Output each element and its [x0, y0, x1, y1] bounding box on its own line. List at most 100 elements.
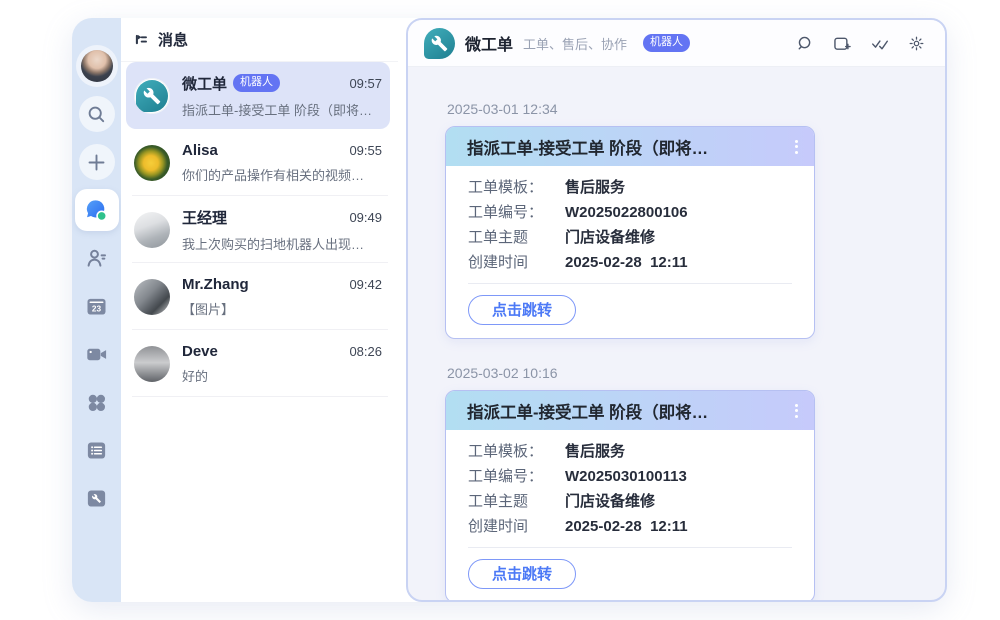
chat-item-toprow: 王经理 09:49: [182, 207, 382, 228]
message-stream: 2025-03-01 12:34 指派工单-接受工单 阶段（即将… 工单模板： …: [408, 67, 945, 600]
card-field-row: 创建时间 2025-02-28 12:11: [468, 254, 792, 272]
rail-item-messages-active[interactable]: [72, 186, 121, 234]
chat-time: 08:26: [349, 344, 382, 359]
card-fields: 工单模板： 售后服务 工单编号： W2025030100113 工单主题 门店设…: [468, 443, 792, 536]
chat-item-toprow: 微工单 机器人 09:57: [182, 73, 382, 94]
settings-gear-icon[interactable]: [908, 35, 925, 52]
chat-avatar: [134, 145, 170, 181]
contacts-icon: [85, 247, 108, 270]
rail-item-tasks[interactable]: [72, 426, 121, 474]
jump-button[interactable]: 点击跳转: [468, 295, 576, 325]
field-label: 工单模板：: [468, 443, 565, 461]
field-value: 售后服务: [565, 443, 625, 461]
chat-list-item[interactable]: Mr.Zhang 09:42 【图片】: [126, 263, 390, 330]
rail-item-workorder[interactable]: [72, 474, 121, 522]
message-list-panel: 消息 微工单 机器人 09:57 指派工单-接受工单 阶段（即将…: [121, 18, 398, 602]
wrench-logo-icon: [431, 35, 448, 52]
wrench-bot-logo: [136, 80, 168, 112]
search-button[interactable]: [79, 96, 115, 132]
chat-item-main: Alisa 09:55 你们的产品操作有相关的视频…: [182, 142, 382, 184]
rail-item-search[interactable]: [72, 90, 121, 138]
add-window-icon[interactable]: [833, 35, 852, 52]
rail-item-workbench[interactable]: [72, 378, 121, 426]
chat-bubble-icon: [83, 197, 110, 224]
chat-preview: 我上次购买的扫地机器人出现…: [182, 234, 382, 253]
chat-panel: 微工单 工单、售后、协作 机器人: [406, 18, 947, 602]
message: 2025-03-02 10:16 指派工单-接受工单 阶段（即将… 工单模板： …: [445, 365, 945, 600]
user-avatar: [81, 50, 113, 82]
chat-time: 09:42: [349, 277, 382, 292]
field-value: 2025-02-28 12:11: [565, 254, 688, 272]
chat-list-item[interactable]: 王经理 09:49 我上次购买的扫地机器人出现…: [126, 196, 390, 263]
chat-header: 微工单 工单、售后、协作 机器人: [408, 20, 945, 67]
field-label: 工单模板：: [468, 179, 565, 197]
task-list-icon: [85, 439, 108, 462]
bot-badge: 机器人: [643, 34, 690, 52]
plus-icon: [87, 153, 106, 172]
chat-preview: 指派工单-接受工单 阶段（即将…: [182, 100, 382, 119]
wrench-logo-icon: [143, 87, 161, 105]
chat-item-toprow: Alisa 09:55: [182, 142, 382, 159]
search-icon[interactable]: [797, 35, 814, 52]
double-check-icon[interactable]: [871, 35, 889, 52]
card-field-row: 工单编号： W2025022800106: [468, 204, 792, 222]
workorder-card: 指派工单-接受工单 阶段（即将… 工单模板： 售后服务 工单编号： W20250…: [445, 126, 815, 339]
active-nav-highlight: [75, 189, 119, 231]
nav-rail: 23: [72, 18, 121, 602]
chat-header-actions: [797, 35, 925, 52]
kebab-menu-icon[interactable]: [792, 136, 801, 158]
card-divider: [468, 547, 792, 548]
message-list-header: 消息: [121, 18, 398, 62]
add-button[interactable]: [79, 144, 115, 180]
chat-subtitle: 工单、售后、协作: [523, 34, 627, 53]
jump-button[interactable]: 点击跳转: [468, 559, 576, 589]
chat-avatar: [134, 212, 170, 248]
field-value: W2025030100113: [565, 468, 687, 486]
chat-item-main: 微工单 机器人 09:57 指派工单-接受工单 阶段（即将…: [182, 73, 382, 119]
card-field-row: 工单主题 门店设备维修: [468, 229, 792, 247]
message: 2025-03-01 12:34 指派工单-接受工单 阶段（即将… 工单模板： …: [445, 101, 945, 339]
chat-item-toprow: Deve 08:26: [182, 343, 382, 360]
chat-list: 微工单 机器人 09:57 指派工单-接受工单 阶段（即将… Alisa 09:…: [121, 62, 398, 397]
field-value: 门店设备维修: [565, 493, 655, 511]
chat-item-toprow: Mr.Zhang 09:42: [182, 276, 382, 293]
chat-name: 王经理: [182, 207, 227, 228]
rail-item-calendar[interactable]: 23: [72, 282, 121, 330]
bot-avatar: [424, 28, 455, 59]
rail-item-profile[interactable]: [72, 42, 121, 90]
avatar-halo: [76, 45, 118, 87]
chat-list-item[interactable]: Alisa 09:55 你们的产品操作有相关的视频…: [126, 129, 390, 196]
field-value: 2025-02-28 12:11: [565, 518, 688, 536]
message-timestamp: 2025-03-01 12:34: [447, 101, 945, 117]
chat-avatar: [134, 346, 170, 382]
rail-item-add[interactable]: [72, 138, 121, 186]
chat-time: 09:55: [349, 143, 382, 158]
chat-name: Alisa: [182, 142, 218, 159]
field-label: 创建时间: [468, 518, 565, 536]
chat-item-main: Deve 08:26 好的: [182, 343, 382, 385]
field-label: 工单主题: [468, 229, 565, 247]
chat-title: 微工单: [465, 31, 513, 55]
calendar-icon: 23: [85, 295, 108, 318]
rail-item-meetings[interactable]: [72, 330, 121, 378]
workorder-card-title: 指派工单-接受工单 阶段（即将…: [467, 135, 792, 159]
chat-list-item[interactable]: Deve 08:26 好的: [126, 330, 390, 397]
workorder-card-body: 工单模板： 售后服务 工单编号： W2025022800106 工单主题 门店设…: [446, 166, 814, 338]
chat-avatar: [134, 78, 170, 114]
workorder-card-title: 指派工单-接受工单 阶段（即将…: [467, 399, 792, 423]
chat-list-item[interactable]: 微工单 机器人 09:57 指派工单-接受工单 阶段（即将…: [126, 62, 390, 129]
card-field-row: 工单编号： W2025030100113: [468, 468, 792, 486]
chat-time: 09:57: [349, 76, 382, 91]
rail-item-contacts[interactable]: [72, 234, 121, 282]
card-field-row: 工单模板： 售后服务: [468, 443, 792, 461]
chat-name: Mr.Zhang: [182, 276, 249, 293]
chat-preview: 你们的产品操作有相关的视频…: [182, 165, 382, 184]
calendar-day: 23: [92, 304, 102, 313]
message-filter-icon[interactable]: [134, 32, 149, 47]
field-value: 售后服务: [565, 179, 625, 197]
kebab-menu-icon[interactable]: [792, 400, 801, 422]
card-field-row: 工单模板： 售后服务: [468, 179, 792, 197]
search-icon: [87, 105, 106, 124]
workorder-card: 指派工单-接受工单 阶段（即将… 工单模板： 售后服务 工单编号： W20250…: [445, 390, 815, 600]
card-fields: 工单模板： 售后服务 工单编号： W2025022800106 工单主题 门店设…: [468, 179, 792, 272]
